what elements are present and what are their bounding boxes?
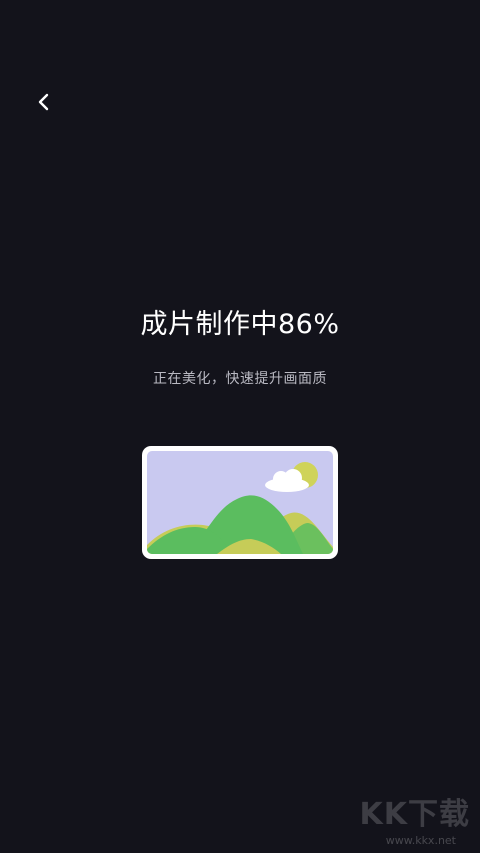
watermark-logo: KK下载 xyxy=(359,797,470,832)
watermark-url: www.kkx.net xyxy=(385,834,456,847)
progress-title: 成片制作中86% xyxy=(140,309,340,340)
chevron-left-icon xyxy=(38,93,49,111)
landscape-image-icon xyxy=(147,451,333,554)
back-button[interactable] xyxy=(28,86,60,118)
progress-subtitle: 正在美化，快速提升画面质 xyxy=(153,371,327,387)
making-progress-screen: 成片制作中86% 正在美化，快速提升画面质 KK下载 www.kkx.net xyxy=(0,0,480,853)
image-placeholder xyxy=(142,446,338,559)
